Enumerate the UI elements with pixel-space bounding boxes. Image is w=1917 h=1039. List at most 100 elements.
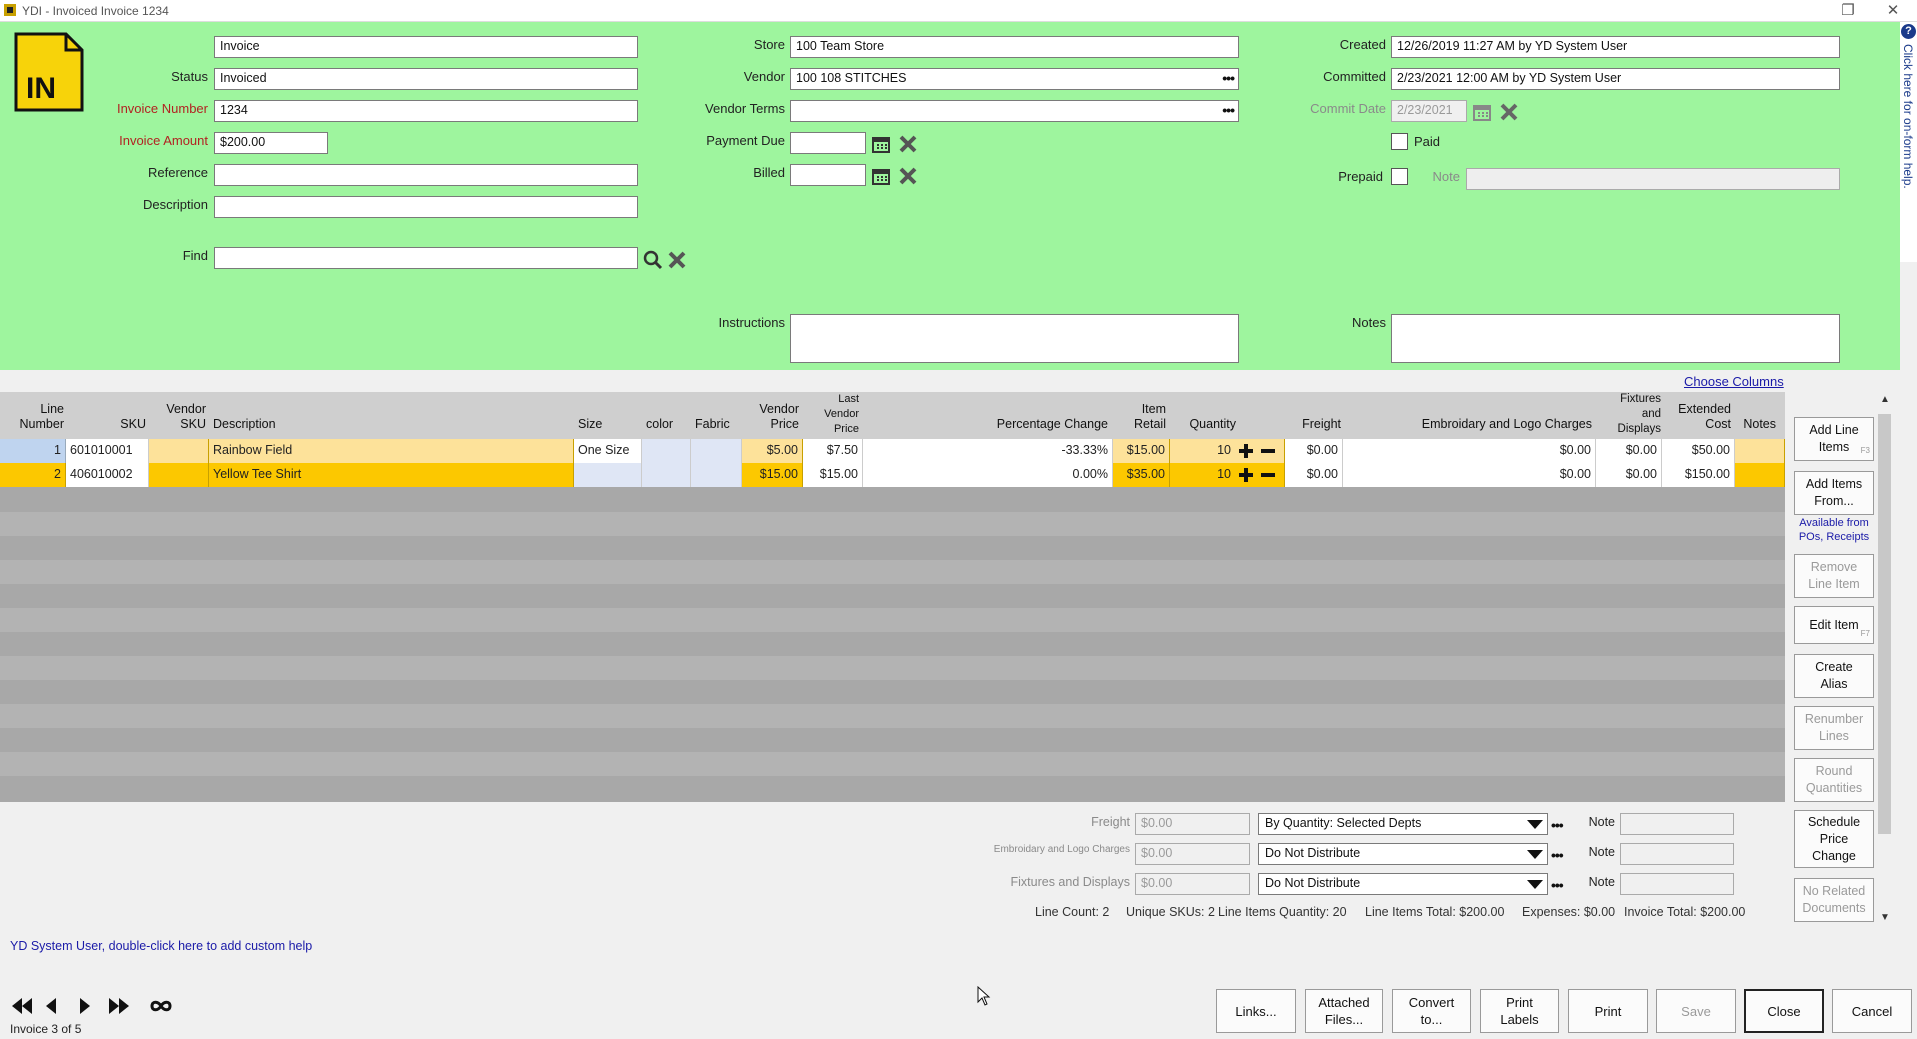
freight-note-field[interactable]	[1620, 813, 1734, 835]
scroll-thumb[interactable]	[1878, 414, 1891, 834]
document-type-field[interactable]: Invoice	[214, 36, 638, 58]
cell-fabric[interactable]	[691, 439, 742, 463]
cell-item-retail[interactable]: $15.00	[1113, 439, 1170, 463]
col-header-last-vendor-price[interactable]: Last Vendor Price	[805, 392, 859, 437]
attached-files-button[interactable]: Attached Files...	[1305, 989, 1383, 1033]
cell-description[interactable]: Rainbow Field	[209, 439, 574, 463]
choose-columns-link[interactable]: Choose Columns	[1684, 374, 1784, 389]
store-field[interactable]: 100 Team Store	[790, 36, 1239, 58]
billed-clear-icon[interactable]	[898, 166, 918, 186]
col-header-line-number[interactable]: Line Number	[0, 402, 64, 432]
col-header-notes[interactable]: Notes	[1734, 417, 1776, 432]
invoice-amount-field[interactable]: $200.00	[214, 132, 328, 154]
cell-notes[interactable]	[1735, 439, 1785, 463]
save-button[interactable]: Save	[1656, 989, 1736, 1033]
restore-window-icon[interactable]: ❐	[1833, 1, 1863, 21]
fixtures-distribution-select[interactable]: Do Not Distribute	[1258, 873, 1548, 895]
vendor-terms-field[interactable]: •••	[790, 100, 1239, 122]
col-header-fixtures[interactable]: Fixtures and Displays	[1598, 392, 1661, 437]
status-field[interactable]: Invoiced	[214, 68, 638, 90]
cell-item-retail[interactable]: $35.00	[1113, 463, 1170, 487]
cell-percentage-change[interactable]: -33.33%	[863, 439, 1113, 463]
cell-line-number[interactable]: 2	[0, 463, 66, 487]
print-labels-button[interactable]: Print Labels	[1480, 989, 1559, 1033]
instructions-field[interactable]	[790, 314, 1239, 363]
schedule-price-change-button[interactable]: Schedule Price Change	[1794, 810, 1874, 868]
notes-field[interactable]	[1391, 314, 1840, 363]
payment-due-field[interactable]	[790, 132, 866, 154]
cell-embroidery[interactable]: $0.00	[1343, 439, 1596, 463]
cell-extended-cost[interactable]: $50.00	[1662, 439, 1735, 463]
increment-icon[interactable]	[1238, 443, 1254, 459]
cell-vendor-sku[interactable]	[149, 463, 209, 487]
cell-size[interactable]: One Size	[574, 439, 642, 463]
cell-freight[interactable]: $0.00	[1285, 463, 1343, 487]
invoice-number-field[interactable]: 1234	[214, 100, 638, 122]
decrement-icon[interactable]	[1260, 467, 1276, 483]
col-header-color[interactable]: color	[646, 417, 686, 432]
col-header-quantity[interactable]: Quantity	[1170, 417, 1236, 432]
convert-to-button[interactable]: Convert to...	[1392, 989, 1471, 1033]
commit-date-calendar-icon[interactable]	[1472, 102, 1492, 122]
last-record-icon[interactable]	[107, 996, 131, 1016]
close-button[interactable]: Close	[1744, 989, 1824, 1033]
close-window-icon[interactable]: ✕	[1878, 1, 1908, 21]
edit-item-button[interactable]: Edit Item F7	[1794, 606, 1874, 644]
round-quantities-button[interactable]: Round Quantities	[1794, 758, 1874, 802]
next-record-icon[interactable]	[78, 996, 92, 1016]
table-row[interactable]: 1 601010001 Rainbow Field One Size $5.00…	[0, 439, 1785, 463]
billed-field[interactable]	[790, 164, 866, 186]
col-header-extended-cost[interactable]: Extended Cost	[1664, 402, 1731, 432]
search-icon[interactable]	[643, 250, 663, 270]
cell-quantity[interactable]: 10	[1170, 439, 1285, 463]
cell-line-number[interactable]: 1	[0, 439, 66, 463]
cell-vendor-price[interactable]: $15.00	[742, 463, 803, 487]
remove-line-item-button[interactable]: Remove Line Item	[1794, 554, 1874, 598]
col-header-sku[interactable]: SKU	[72, 417, 146, 432]
billed-calendar-icon[interactable]	[871, 166, 891, 186]
previous-record-icon[interactable]	[44, 996, 58, 1016]
add-line-items-button[interactable]: Add Line Items F3	[1794, 417, 1874, 461]
cell-fixtures[interactable]: $0.00	[1596, 439, 1662, 463]
table-row[interactable]: 2 406010002 Yellow Tee Shirt $15.00 $15.…	[0, 463, 1785, 487]
first-record-icon[interactable]	[10, 996, 34, 1016]
fixtures-options-icon[interactable]: •••	[1551, 877, 1564, 893]
paid-checkbox[interactable]	[1391, 133, 1408, 150]
clear-find-icon[interactable]	[667, 250, 687, 270]
help-icon[interactable]: ?	[1901, 24, 1916, 39]
commit-date-clear-icon[interactable]	[1499, 102, 1519, 122]
on-form-help-tab[interactable]: Click here for on-form help.	[1900, 22, 1917, 262]
cell-sku[interactable]: 406010002	[66, 463, 149, 487]
cell-sku[interactable]: 601010001	[66, 439, 149, 463]
cell-last-vendor-price[interactable]: $7.50	[803, 439, 863, 463]
freight-distribution-select[interactable]: By Quantity: Selected Depts	[1258, 813, 1548, 835]
col-header-percentage-change[interactable]: Percentage Change	[866, 417, 1108, 432]
find-field[interactable]	[214, 247, 638, 269]
cell-vendor-price[interactable]: $5.00	[742, 439, 803, 463]
create-alias-button[interactable]: Create Alias	[1794, 654, 1874, 698]
cell-fixtures[interactable]: $0.00	[1596, 463, 1662, 487]
embroidary-options-icon[interactable]: •••	[1551, 847, 1564, 863]
embroidary-distribution-select[interactable]: Do Not Distribute	[1258, 843, 1548, 865]
freight-field[interactable]: $0.00	[1135, 813, 1250, 835]
no-related-documents-button[interactable]: No Related Documents	[1794, 878, 1874, 922]
reference-field[interactable]	[214, 164, 638, 186]
freight-options-icon[interactable]: •••	[1551, 817, 1564, 833]
cell-vendor-sku[interactable]	[149, 439, 209, 463]
cell-quantity[interactable]: 10	[1170, 463, 1285, 487]
col-header-description[interactable]: Description	[213, 417, 333, 432]
cell-fabric[interactable]	[691, 463, 742, 487]
col-header-freight[interactable]: Freight	[1285, 417, 1341, 432]
prepaid-checkbox[interactable]	[1391, 168, 1408, 185]
custom-help-link[interactable]: YD System User, double-click here to add…	[10, 939, 312, 953]
embroidary-field[interactable]: $0.00	[1135, 843, 1250, 865]
renumber-lines-button[interactable]: Renumber Lines	[1794, 706, 1874, 750]
cancel-button[interactable]: Cancel	[1832, 989, 1912, 1033]
side-scrollbar[interactable]: ▲ ▼	[1876, 392, 1893, 927]
col-header-item-retail[interactable]: Item Retail	[1112, 402, 1166, 432]
scroll-down-icon[interactable]: ▼	[1880, 912, 1890, 923]
col-header-vendor-sku[interactable]: Vendor SKU	[150, 402, 206, 432]
vendor-field[interactable]: 100 108 STITCHES •••	[790, 68, 1239, 90]
cell-embroidery[interactable]: $0.00	[1343, 463, 1596, 487]
col-header-vendor-price[interactable]: Vendor Price	[742, 402, 799, 432]
